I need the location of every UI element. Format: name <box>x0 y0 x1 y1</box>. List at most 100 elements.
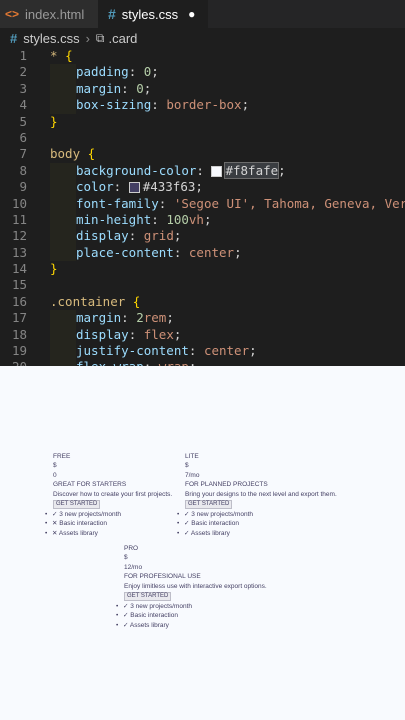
feature-item: • ✕ Assets library <box>45 529 172 538</box>
indent-guide <box>50 97 76 114</box>
line-number: 6 <box>19 129 27 145</box>
tab-index-html[interactable]: <> index.html <box>0 0 98 28</box>
css-color-value: #433f63 <box>142 179 196 195</box>
feature-item: • ✓ 3 new projects/month <box>45 510 172 519</box>
get-started-button[interactable]: GET STARTED <box>53 500 101 510</box>
code-text: } <box>50 261 58 277</box>
feature-text: Assets library <box>190 529 230 537</box>
css-property: padding <box>76 64 129 80</box>
html-file-icon: <> <box>5 7 20 21</box>
code-line: 2 padding: 0; <box>0 64 405 81</box>
feature-item: • ✓ 3 new projects/month <box>116 602 267 611</box>
code-text: } <box>50 114 58 130</box>
css-color-value: #f8fafe <box>224 161 280 179</box>
feature-text: 3 new projects/month <box>191 511 254 519</box>
bullet-icon: • <box>116 621 119 629</box>
breadcrumb: # styles.css › ⧉ .card <box>0 28 405 48</box>
code-line: 6 <box>0 130 405 146</box>
code-text: display: flex; <box>76 326 182 342</box>
cross-icon: ✕ <box>52 529 58 537</box>
line-number: 4 <box>19 97 27 113</box>
selector-icon: ⧉ <box>95 30 105 45</box>
code-line: 1 * { <box>0 48 405 64</box>
css-file-icon: # <box>10 30 18 46</box>
code-text: margin: 2rem; <box>76 310 174 326</box>
code-line: 18 display: flex; <box>0 326 405 344</box>
check-icon: ✓ <box>52 511 58 519</box>
indent-guide <box>50 310 76 327</box>
code-line: 8 background-color: #f8fafe; <box>0 161 405 180</box>
indent-guide <box>50 359 76 366</box>
code-text: justify-content: center; <box>76 343 257 359</box>
feature-item: • ✓ Basic interaction <box>116 611 267 620</box>
css-value: 100 <box>166 211 189 227</box>
check-icon: ✓ <box>123 612 129 620</box>
line-number: 16 <box>11 293 27 309</box>
plan-tagline: FOR PLANNED PROJECTS <box>185 481 268 489</box>
indent-guide <box>50 228 76 245</box>
code-line: 11 min-height: 100vh; <box>0 211 405 229</box>
line-number: 12 <box>11 228 27 244</box>
indent-guide <box>50 326 76 344</box>
line-number: 7 <box>19 146 27 162</box>
line-number: 19 <box>11 343 27 359</box>
line-number: 11 <box>11 211 27 227</box>
open-brace: { <box>87 146 96 162</box>
feature-text: Basic interaction <box>59 520 107 528</box>
color-swatch[interactable] <box>128 182 140 194</box>
code-line: 16 .container { <box>0 294 405 310</box>
code-text: * { <box>50 48 73 64</box>
indent-guide <box>50 244 76 262</box>
css-value: 2 <box>136 310 144 326</box>
code-line: 3 margin: 0; <box>0 80 405 98</box>
plan-description: Enjoy limitless use with interactive exp… <box>124 582 267 590</box>
check-icon: ✓ <box>123 603 129 611</box>
css-file-icon: # <box>108 6 116 22</box>
code-text: min-height: 100vh; <box>76 211 212 227</box>
css-property: place-content <box>76 244 174 260</box>
code-text: flex-wrap: wrap; <box>76 359 196 366</box>
code-lines[interactable]: 1 * { 2 padding: 0; 3 margin: 0; 4 box-sizin… <box>0 48 405 366</box>
bullet-icon: • <box>177 529 180 537</box>
css-property: background-color <box>76 162 197 178</box>
css-value: center <box>203 343 250 359</box>
bullet-icon: • <box>45 520 48 528</box>
code-editor[interactable]: <> index.html # styles.css ● # styles.cs… <box>0 0 405 366</box>
breadcrumb-selector[interactable]: .card <box>109 31 138 46</box>
breadcrumb-file[interactable]: styles.css <box>23 31 79 46</box>
pricing-card-lite: LITE $ 7/mo FOR PLANNED PROJECTS Bring y… <box>177 452 337 538</box>
tab-styles-css[interactable]: # styles.css ● <box>98 0 208 28</box>
code-line: 10 font-family: 'Segoe UI', Tahoma, Genev… <box>0 195 405 212</box>
line-number: 1 <box>19 48 27 63</box>
css-property: flex-wrap <box>76 359 144 366</box>
unsaved-dot-icon[interactable]: ● <box>188 7 195 21</box>
plan-currency: $ <box>185 462 189 470</box>
indent-guide <box>50 211 76 229</box>
code-line: 17 margin: 2rem; <box>0 310 405 327</box>
css-selector: * <box>50 48 58 63</box>
tab-bar: <> index.html # styles.css ● <box>0 0 405 28</box>
code-text: .container { <box>50 294 140 310</box>
check-icon: ✓ <box>184 511 190 519</box>
plan-name: FREE <box>53 453 71 460</box>
code-line: 14} <box>0 261 405 277</box>
line-number: 8 <box>19 162 27 178</box>
check-icon: ✓ <box>184 520 190 528</box>
feature-item: • ✕ Basic interaction <box>45 519 172 528</box>
indent-guide <box>50 179 76 196</box>
line-number: 2 <box>19 64 27 80</box>
css-property: display <box>76 326 129 342</box>
css-property: margin <box>76 80 122 96</box>
code-text: background-color: #f8fafe; <box>76 161 286 179</box>
tab-label: index.html <box>25 6 85 22</box>
code-text: font-family: 'Segoe UI', Tahoma, Geneva,… <box>76 196 405 212</box>
feature-text: Assets library <box>129 621 169 629</box>
get-started-button[interactable]: GET STARTED <box>124 592 172 602</box>
css-value: 0 <box>136 80 144 96</box>
feature-text: 3 new projects/month <box>59 511 122 519</box>
get-started-button[interactable]: GET STARTED <box>185 500 233 510</box>
plan-name: PRO <box>124 545 139 552</box>
plan-tagline: FOR PROFESIONAL USE <box>124 573 201 581</box>
code-text: body { <box>50 146 95 162</box>
color-swatch[interactable] <box>211 165 223 177</box>
